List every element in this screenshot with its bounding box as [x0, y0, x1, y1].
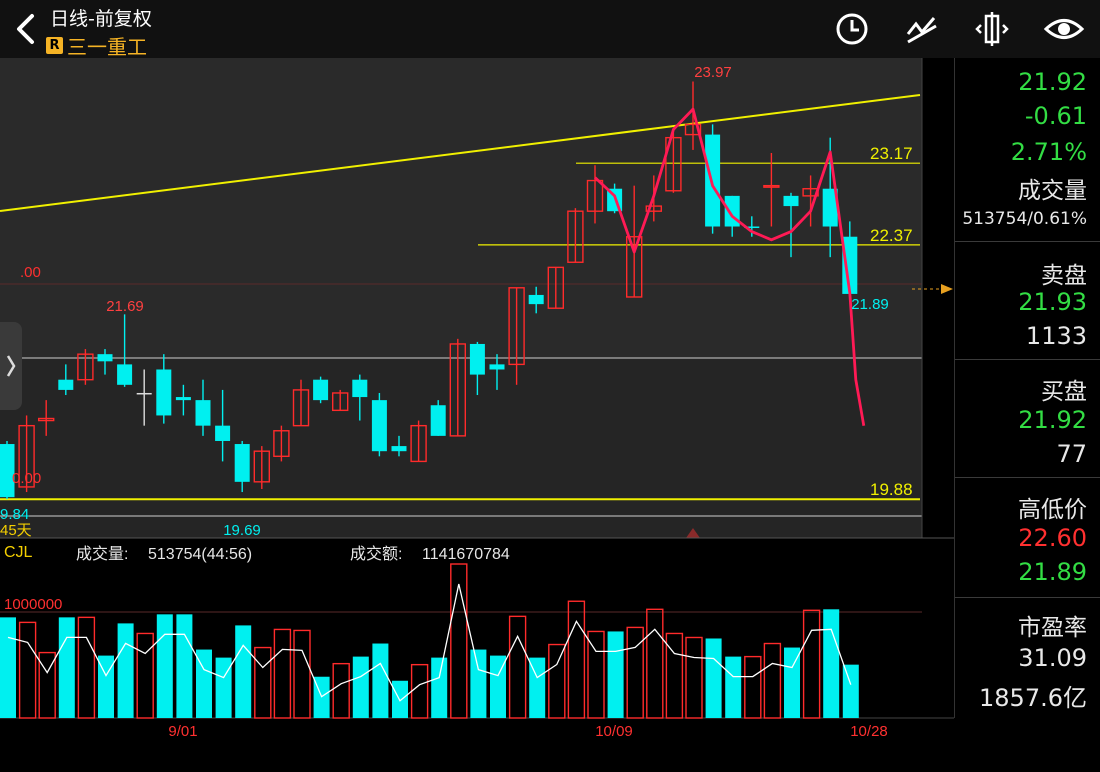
pe-section: 市盈率 31.09 1857.6亿 — [955, 598, 1100, 718]
kline-chart[interactable]: 23.97 21.69 19.69 21.89 9.84 .00 0.00 45天 23.17 2… — [0, 58, 954, 768]
ask-label: 卖盘 — [1041, 263, 1087, 289]
eye-icon[interactable] — [1042, 10, 1085, 48]
price-pane-lower-bg — [0, 358, 922, 538]
left-low-price-label: 9.84 — [0, 506, 29, 523]
volume-scale-label: 1000000 — [4, 596, 62, 613]
last-price-label: 21.89 — [851, 296, 889, 313]
crosshair-icon[interactable] — [972, 10, 1012, 48]
indicator-label: CJL — [4, 544, 33, 561]
expand-panel-handle[interactable] — [0, 322, 22, 410]
candle-body-down — [195, 400, 211, 426]
volume-label: 成交量: — [76, 545, 128, 563]
volume-bar-down — [176, 614, 193, 718]
price-section: 21.92 -0.61 2.71% 成交量 513754/0.61% — [955, 58, 1100, 242]
bid-price: 21.92 — [1018, 406, 1087, 434]
bid-section: 买盘 21.92 77 — [955, 360, 1100, 478]
high-low-label: 高低价 — [1018, 497, 1087, 523]
low-price-label: 19.69 — [223, 522, 261, 539]
volume-bar-down — [607, 631, 624, 718]
ask-section: 卖盘 21.93 1133 — [955, 242, 1100, 360]
volume-bar-down — [372, 643, 389, 718]
volume-bar-down — [0, 617, 16, 718]
bid-label: 买盘 — [1041, 379, 1087, 405]
left-high-price-label: 21.69 — [106, 298, 144, 315]
volume-bar-down — [235, 625, 252, 718]
volume-bar-down — [58, 617, 75, 718]
amount-label: 成交额: — [350, 545, 402, 563]
candle-body-down — [352, 379, 368, 398]
high-price-label: 23.97 — [694, 64, 732, 81]
high-low-section: 高低价 22.60 21.89 — [955, 478, 1100, 598]
level-label: 23.17 — [870, 144, 913, 163]
candle-body-down — [469, 343, 485, 375]
volume-bar-down — [470, 649, 487, 718]
clock-icon[interactable] — [832, 10, 872, 48]
candle-body-down — [313, 379, 329, 401]
candle-body-down — [234, 444, 250, 482]
candle-body-down — [391, 446, 407, 452]
volume-bar-down — [705, 638, 722, 718]
volume-bar-down — [215, 657, 232, 718]
candle-body-down — [136, 392, 152, 395]
market-cap: 1857.6亿 — [979, 684, 1087, 712]
volume-bar-down — [156, 614, 173, 718]
x-tick-label: 10/09 — [595, 723, 633, 740]
pe-label: 市盈率 — [1018, 615, 1087, 641]
price-change-pct: 2.71% — [1010, 138, 1087, 166]
candle-body-down — [783, 195, 799, 207]
volume-value: 513754(44:56) — [148, 546, 252, 563]
amount-value: 1141670784 — [422, 546, 510, 563]
top-bar: 日线-前复权 R 三一重工 — [0, 0, 1100, 60]
left-bottom-price-label: 0.00 — [12, 470, 41, 487]
current-price-marker-arrow — [941, 284, 953, 294]
candle-body-down — [58, 379, 74, 390]
volume-bar-down — [352, 656, 369, 718]
level-label: 19.88 — [870, 480, 913, 499]
back-arrow-icon[interactable] — [10, 10, 44, 48]
quote-sidebar: 21.92 -0.61 2.71% 成交量 513754/0.61% 卖盘 21… — [954, 58, 1100, 718]
chart-mode-title[interactable]: 日线-前复权 — [50, 4, 152, 31]
period-label: 45天 — [0, 522, 32, 539]
volume-bar-down — [392, 680, 408, 718]
candle-body-down — [371, 400, 387, 452]
candle-body-down — [489, 364, 505, 370]
level-label: 22.37 — [870, 226, 913, 245]
candle-body-down — [528, 294, 544, 305]
bid-qty: 77 — [1056, 440, 1087, 468]
chart-area[interactable]: 23.97 21.69 19.69 21.89 9.84 .00 0.00 45天 23.17 2… — [0, 58, 954, 768]
candle-body-down — [156, 369, 172, 416]
x-tick-label: 10/28 — [850, 723, 888, 740]
price-change: -0.61 — [1024, 102, 1087, 130]
ask-price: 21.93 — [1018, 288, 1087, 316]
volume-pane: CJL 成交量: 513754(44:56) 成交额: 1141670784 100000… — [0, 537, 954, 768]
candle-body-down — [215, 425, 231, 441]
volume-bar-down — [842, 664, 859, 718]
stock-name[interactable]: R 三一重工 — [46, 31, 147, 60]
r-badge: R — [46, 37, 63, 54]
pe-value: 31.09 — [1018, 644, 1087, 672]
volume-bar-down — [725, 656, 742, 718]
candle-body-down — [97, 354, 113, 362]
candle-body-down — [117, 364, 133, 385]
volume-label: 成交量 — [1018, 178, 1087, 204]
current-price: 21.92 — [1018, 68, 1087, 96]
draw-line-icon[interactable] — [902, 10, 942, 48]
low-price: 21.89 — [1018, 558, 1087, 586]
left-top-price-label: .00 — [20, 264, 41, 281]
candle-body-down — [175, 397, 191, 401]
volume-bar-down — [117, 623, 134, 718]
x-tick-label: 9/01 — [168, 723, 197, 740]
high-price: 22.60 — [1018, 524, 1087, 552]
candle-body-down — [430, 405, 446, 436]
volume-bar-down — [823, 609, 840, 718]
ask-qty: 1133 — [1025, 322, 1087, 350]
stock-name-label: 三一重工 — [67, 35, 147, 59]
volume-value: 513754/0.61% — [962, 209, 1087, 229]
volume-bar-down — [431, 657, 448, 718]
